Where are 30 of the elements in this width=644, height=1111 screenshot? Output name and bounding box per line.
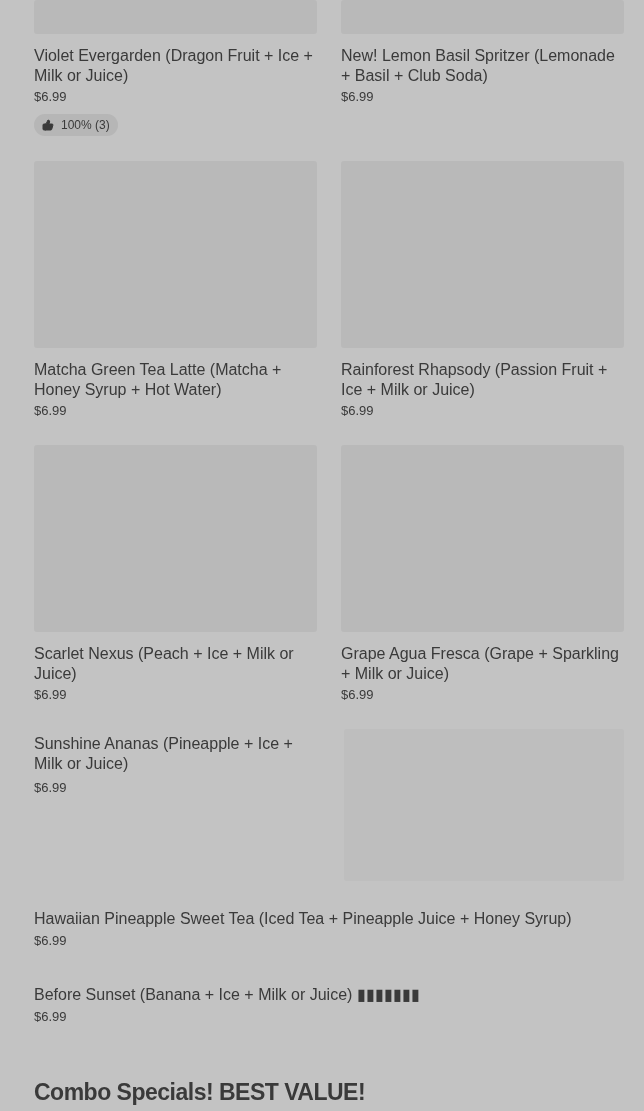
item-price: $6.99 — [341, 687, 375, 703]
menu-item[interactable]: Hawaiian Pineapple Sweet Tea (Iced Tea + Pineapple Juice + Honey Syrup) $6.99 — [34, 909, 624, 949]
section-heading: Combo Specials! BEST VALUE! — [34, 1078, 367, 1107]
item-title: Before Sunset (Banana + Ice + Milk or Juice) ▮▮▮▮▮▮▮ — [34, 985, 421, 1005]
menu-item[interactable]: Sunshine Ananas (Pineapple + Ice + Milk or Juice) $6.99 — [34, 729, 314, 881]
item-price: $6.99 — [34, 1009, 68, 1025]
item-title: Rainforest Rhapsody (Passion Fruit + Ice + Milk or Juice) — [341, 360, 609, 400]
item-title: Matcha Green Tea Latte (Matcha + Honey Syrup + Hot Water) — [34, 360, 283, 400]
menu-item[interactable]: New! Lemon Basil Spritzer (Lemonade + Basil + Club Soda) $6.99 — [341, 0, 624, 136]
item-title: New! Lemon Basil Spritzer (Lemonade + Basil + Club Soda) — [341, 46, 616, 86]
item-price: $6.99 — [34, 933, 68, 949]
item-price: $6.99 — [34, 89, 68, 105]
menu-item[interactable]: Violet Evergarden (Dragon Fruit + Ice + Milk or Juice) $6.99 100% (3) — [34, 0, 317, 136]
menu-item[interactable]: Grape Agua Fresca (Grape + Sparkling + Milk or Juice) $6.99 — [341, 445, 624, 703]
item-price: $6.99 — [34, 687, 68, 703]
menu-item[interactable]: Matcha Green Tea Latte (Matcha + Honey Syrup + Hot Water) $6.99 — [34, 161, 317, 419]
thumbs-up-icon — [42, 119, 54, 131]
item-title: Scarlet Nexus (Peach + Ice + Milk or Juice) — [34, 644, 295, 684]
item-title: Hawaiian Pineapple Sweet Tea (Iced Tea + Pineapple Juice + Honey Syrup) — [34, 909, 573, 929]
item-price: $6.99 — [341, 89, 375, 105]
item-title: Sunshine Ananas (Pineapple + Ice + Milk or Juice) — [34, 734, 294, 774]
item-price: $6.99 — [34, 403, 68, 419]
menu-item[interactable]: Scarlet Nexus (Peach + Ice + Milk or Juice) $6.99 — [34, 445, 317, 703]
item-price: $6.99 — [341, 403, 375, 419]
item-title: Grape Agua Fresca (Grape + Sparkling + Milk or Juice) — [341, 644, 620, 684]
menu-item[interactable]: Rainforest Rhapsody (Passion Fruit + Ice + Milk or Juice) $6.99 — [341, 161, 624, 419]
rating-text: 100% (3) — [61, 117, 110, 134]
item-title: Violet Evergarden (Dragon Fruit + Ice + Milk or Juice) — [34, 46, 314, 86]
menu-item[interactable]: Before Sunset (Banana + Ice + Milk or Juice) ▮▮▮▮▮▮▮ $6.99 — [34, 985, 624, 1025]
item-price: $6.99 — [34, 780, 68, 796]
